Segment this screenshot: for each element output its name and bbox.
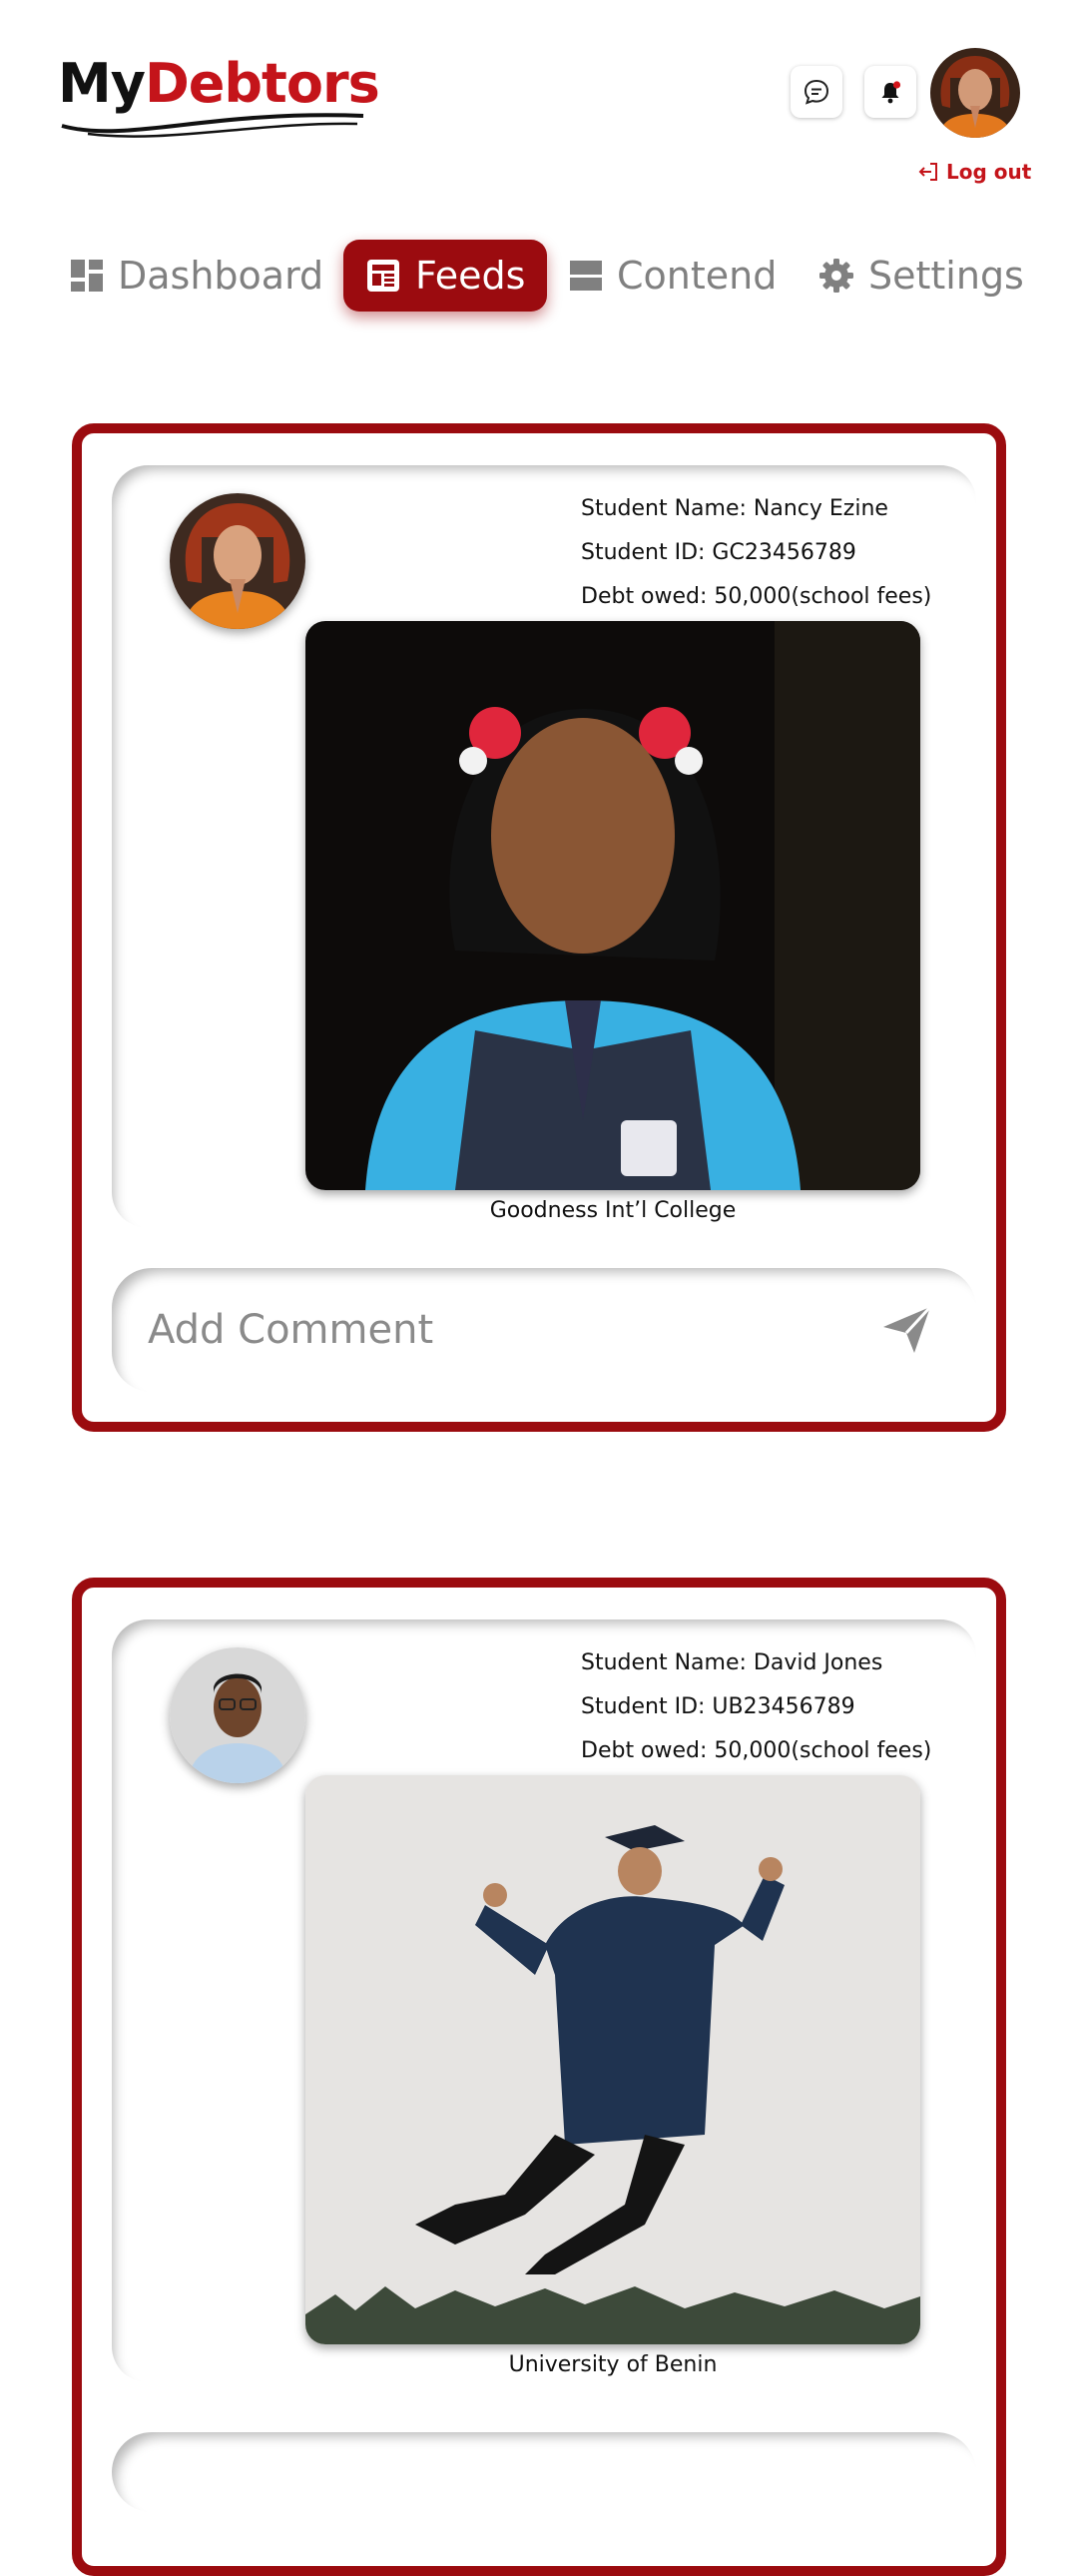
add-comment-placeholder: Add Comment: [148, 1307, 434, 1353]
logout-icon: [918, 163, 937, 181]
nav-item-feeds[interactable]: Feeds: [343, 240, 548, 312]
nav-item-dashboard[interactable]: Dashboard: [70, 240, 323, 312]
post-content-card: Student Name: Nancy Ezine Student ID: GC…: [112, 465, 976, 1228]
student-id: Student ID: UB23456789: [581, 1694, 855, 1719]
student-name: Student Name: David Jones: [581, 1650, 883, 1675]
send-icon[interactable]: [880, 1303, 934, 1357]
student-name: Student Name: Nancy Ezine: [581, 496, 888, 521]
debt-owed: Debt owed: 50,000(school fees): [581, 1738, 932, 1763]
nav-label-feeds: Feeds: [415, 254, 526, 298]
main-nav: Dashboard Feeds Contend Settings: [0, 240, 1078, 312]
post-content-card: Student Name: David Jones Student ID: UB…: [112, 1619, 976, 2382]
nav-label-contend: Contend: [617, 254, 778, 298]
debt-owed: Debt owed: 50,000(school fees): [581, 584, 932, 609]
logo-swoosh-icon: [61, 113, 364, 138]
chat-icon: [804, 79, 829, 105]
gear-icon: [819, 259, 853, 293]
student-info: Student Name: Nancy Ezine Student ID: GC…: [581, 487, 931, 619]
logout-label: Log out: [946, 160, 1032, 184]
nav-label-dashboard: Dashboard: [118, 254, 324, 298]
school-name: Goodness Int’l College: [489, 1198, 737, 1223]
student-photo[interactable]: [305, 1775, 920, 2344]
feeds-icon: [367, 260, 399, 292]
nav-item-contend[interactable]: Contend: [569, 240, 777, 312]
notifications-button[interactable]: [864, 66, 916, 118]
student-photo[interactable]: [305, 621, 920, 1190]
student-id: Student ID: GC23456789: [581, 540, 856, 565]
user-avatar[interactable]: [930, 48, 1020, 138]
nav-item-settings[interactable]: Settings: [818, 240, 1024, 312]
chat-button[interactable]: [791, 66, 842, 118]
bell-icon: [881, 81, 901, 104]
nav-label-settings: Settings: [868, 254, 1024, 298]
dashboard-icon: [71, 260, 103, 292]
add-comment-input[interactable]: [112, 2432, 976, 2512]
post-avatar[interactable]: [170, 493, 305, 629]
student-info: Student Name: David Jones Student ID: UB…: [581, 1641, 931, 1773]
contend-icon: [570, 261, 602, 291]
add-comment-input[interactable]: Add Comment: [112, 1268, 976, 1392]
feed-post: Student Name: David Jones Student ID: UB…: [72, 1578, 1006, 2576]
post-avatar[interactable]: [170, 1647, 305, 1783]
feed-post: Student Name: Nancy Ezine Student ID: GC…: [72, 423, 1006, 1432]
school-name: University of Benin: [508, 2352, 718, 2377]
logout-link[interactable]: Log out: [916, 160, 1031, 184]
logo: MyDebtors: [58, 52, 380, 142]
